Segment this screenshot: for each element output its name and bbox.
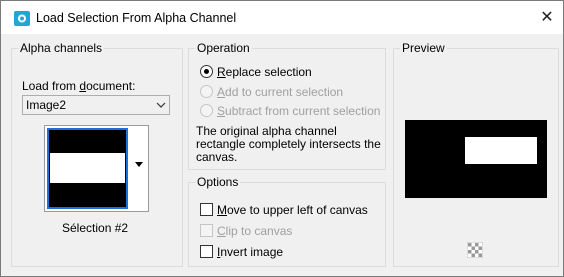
dialog-window: Load Selection From Alpha Channel ✕ Alph…	[0, 0, 564, 277]
operation-title: Operation	[195, 41, 252, 55]
close-icon: ✕	[540, 9, 554, 26]
options-title: Options	[195, 175, 241, 189]
alpha-channels-title: Alpha channels	[18, 41, 105, 55]
radio-selected-dot	[204, 69, 209, 74]
replace-selection-radio[interactable]	[200, 65, 213, 78]
add-to-selection-label[interactable]: Add to current selection	[217, 85, 343, 99]
close-button[interactable]: ✕	[536, 7, 558, 29]
document-select[interactable]: Image2	[22, 95, 170, 115]
replace-selection-label[interactable]: Replace selection	[217, 65, 312, 79]
move-to-upper-left-checkbox[interactable]	[200, 203, 213, 216]
subtract-from-selection-radio[interactable]	[200, 104, 213, 117]
preview-selection-rect	[465, 137, 537, 164]
subtract-from-selection-label[interactable]: Subtract from current selection	[217, 104, 380, 118]
app-icon	[14, 11, 30, 26]
invert-image-label[interactable]: Invert image	[217, 245, 283, 259]
invert-image-checkbox[interactable]	[200, 245, 213, 258]
preview-canvas	[405, 120, 547, 198]
checkerboard-icon[interactable]	[467, 242, 483, 258]
clip-to-canvas-label[interactable]: Clip to canvas	[217, 224, 292, 238]
window-title: Load Selection From Alpha Channel	[36, 11, 237, 25]
thumbnail-selection-band	[50, 153, 125, 183]
load-from-document-label: Load from document:	[22, 79, 136, 93]
thumbnail-dropdown-arrow-icon[interactable]	[135, 162, 143, 167]
alpha-channel-thumbnail-picker[interactable]	[44, 125, 149, 212]
alpha-channel-thumbnail[interactable]	[47, 128, 128, 209]
selection-name-label: Sélection #2	[62, 221, 129, 235]
document-select-value: Image2	[26, 98, 67, 112]
operation-description: The original alpha channel rectangle com…	[196, 124, 381, 164]
title-bar: Load Selection From Alpha Channel ✕	[1, 1, 563, 34]
clip-to-canvas-checkbox[interactable]	[200, 224, 213, 237]
chevron-down-icon	[156, 102, 166, 108]
preview-title: Preview	[400, 41, 447, 55]
add-to-selection-radio[interactable]	[200, 85, 213, 98]
move-to-upper-left-label[interactable]: Move to upper left of canvas	[217, 203, 368, 217]
